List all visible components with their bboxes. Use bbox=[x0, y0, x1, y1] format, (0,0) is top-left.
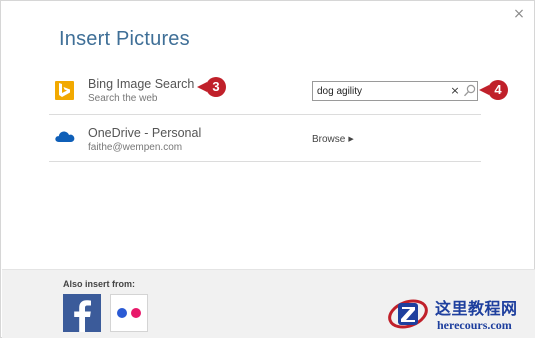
bing-search-box: × bbox=[312, 81, 478, 101]
search-icon[interactable] bbox=[463, 84, 476, 98]
browse-link[interactable]: Browse ▶ bbox=[312, 134, 354, 145]
watermark-logo-icon bbox=[387, 294, 429, 334]
callout-number: 3 bbox=[206, 77, 226, 97]
chevron-right-icon: ▶ bbox=[348, 135, 354, 143]
bing-icon bbox=[55, 81, 74, 100]
search-input[interactable] bbox=[317, 84, 445, 98]
watermark-url: herecours.com bbox=[437, 318, 512, 332]
browse-label: Browse bbox=[312, 134, 346, 145]
facebook-icon[interactable] bbox=[63, 294, 101, 332]
callout-step-4: 4 bbox=[479, 80, 509, 100]
flickr-blue-dot bbox=[117, 308, 127, 318]
site-watermark: 这里教程网 herecours.com bbox=[387, 290, 535, 338]
onedrive-row[interactable]: OneDrive - Personal faithe@wempen.com bbox=[49, 116, 481, 162]
dialog-title: Insert Pictures bbox=[59, 28, 190, 50]
callout-number: 4 bbox=[488, 80, 508, 100]
clear-search-button[interactable]: × bbox=[449, 83, 461, 99]
close-button[interactable]: × bbox=[510, 5, 528, 23]
insert-pictures-dialog: × Insert Pictures Bing Image Search Sear… bbox=[0, 0, 535, 338]
onedrive-account: faithe@wempen.com bbox=[88, 142, 183, 153]
onedrive-title: OneDrive - Personal bbox=[88, 126, 202, 140]
also-insert-label: Also insert from: bbox=[63, 279, 136, 289]
flickr-pink-dot bbox=[131, 308, 141, 318]
bing-title: Bing Image Search bbox=[88, 77, 195, 91]
bing-subtitle: Search the web bbox=[88, 93, 158, 104]
callout-step-3: 3 bbox=[197, 77, 227, 97]
onedrive-cloud-icon bbox=[54, 128, 76, 144]
flickr-icon[interactable] bbox=[110, 294, 148, 332]
watermark-site-name: 这里教程网 bbox=[435, 299, 518, 318]
